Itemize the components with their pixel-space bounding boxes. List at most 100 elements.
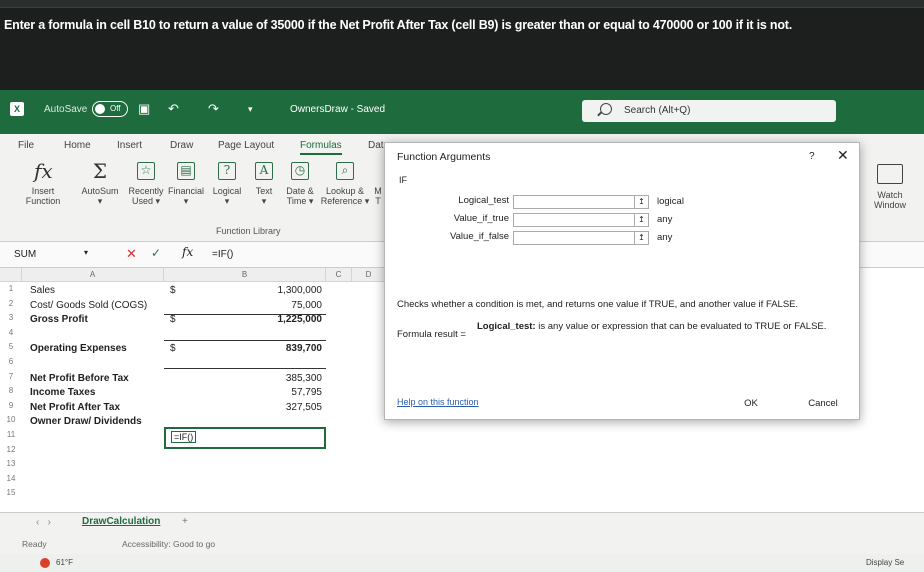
question-icon: ? [218,162,236,180]
excel-icon: X [10,102,24,116]
fx-icon: fx [34,159,53,183]
tab-insert[interactable]: Insert [117,140,142,151]
column-header-a[interactable]: A [22,268,164,282]
redo-icon[interactable]: ↷ [208,101,219,117]
function-description: Checks whether a condition is met, and r… [397,299,799,310]
row-label-cell[interactable]: Operating Expenses [30,343,127,354]
autosum-button[interactable]: Σ AutoSum ▾ [78,159,122,207]
search-icon: ⌕ [336,162,354,180]
value-cell[interactable]: 57,795 [164,387,322,398]
row-header[interactable]: 11 [0,430,22,439]
row-header[interactable]: 9 [0,401,22,410]
arg-label-logical-test: Logical_test [458,195,509,206]
row-label-cell[interactable]: Net Profit After Tax [30,402,120,413]
help-on-function-link[interactable]: Help on this function [397,397,479,407]
name-box-dropdown-icon[interactable]: ▾ [84,248,88,257]
row-label-cell[interactable]: Net Profit Before Tax [30,373,129,384]
ok-button[interactable]: OK [723,395,779,413]
formula-input[interactable]: =IF() [212,249,233,260]
select-all-corner[interactable] [0,268,22,282]
autosave-toggle[interactable]: Off [92,101,128,117]
tab-formulas[interactable]: Formulas [300,140,342,155]
collapse-icon[interactable]: ↥ [634,232,648,244]
row-label-cell[interactable]: Income Taxes [30,387,95,398]
value-if-false-input[interactable]: ↥ [513,231,649,245]
function-library-label: Function Library [216,226,281,236]
row-label-cell[interactable]: Cost/ Goods Sold (COGS) [30,300,147,311]
financial-button[interactable]: ▤ Financial ▾ [166,162,206,207]
add-sheet-icon[interactable]: + [182,516,188,527]
row-header[interactable]: 10 [0,415,22,424]
row-header[interactable]: 7 [0,372,22,381]
search-icon [600,103,612,115]
collapse-icon[interactable]: ↥ [634,214,648,226]
help-icon[interactable]: ? [809,151,815,162]
value-if-true-input[interactable]: ↥ [513,213,649,227]
cancel-button[interactable]: Cancel [795,395,851,413]
insert-function-button[interactable]: fx Insert Function [20,159,66,206]
argument-help-name: Logical_test: [477,321,536,332]
value-cell[interactable]: 839,700 [164,343,322,354]
active-cell-b10[interactable]: =IF() [164,427,326,449]
row-header[interactable]: 15 [0,488,22,497]
lookup-reference-button[interactable]: ⌕ Lookup & Reference ▾ [320,162,370,207]
save-icon[interactable]: ▣ [138,101,150,117]
tab-file[interactable]: File [18,140,34,151]
row-label-cell[interactable]: Owner Draw/ Dividends [30,416,142,427]
logical-button[interactable]: ? Logical ▾ [208,162,246,207]
taskbar: 61°F Display Se [0,554,924,572]
text-button[interactable]: A Text ▾ [250,162,278,207]
name-box[interactable]: SUM [14,249,36,260]
tab-page-layout[interactable]: Page Layout [218,140,274,151]
row-header[interactable]: 14 [0,474,22,483]
insert-function-icon[interactable]: fx [182,245,193,259]
math-trig-button[interactable]: MT [372,162,384,206]
value-cell[interactable]: 1,225,000 [164,314,323,325]
column-header-b[interactable]: B [164,268,326,282]
document-title[interactable]: OwnersDraw - Saved [290,104,385,115]
search-box[interactable]: Search (Alt+Q) [582,100,836,122]
row-header[interactable]: 4 [0,328,22,337]
column-header-d[interactable]: D [352,268,386,282]
dialog-title: Function Arguments [397,151,491,163]
close-icon[interactable]: ✕ [837,147,849,164]
value-cell[interactable]: 1,300,000 [164,285,323,296]
temperature[interactable]: 61°F [56,558,73,567]
date-time-button[interactable]: ◷ Date & Time ▾ [282,162,318,207]
row-label-cell[interactable]: Sales [30,285,55,296]
undo-icon[interactable]: ↶ [168,101,179,117]
sigma-icon: Σ [92,159,108,183]
row-label-cell[interactable]: Gross Profit [30,314,88,325]
value-cell[interactable]: 75,000 [164,300,322,311]
value-cell[interactable]: 327,505 [164,402,322,413]
recently-used-button[interactable]: ☆ Recently Used ▾ [124,162,168,207]
value-cell[interactable]: 385,300 [164,373,322,384]
row-header[interactable]: 2 [0,299,22,308]
row-header[interactable]: 13 [0,459,22,468]
watch-window-button[interactable]: Watch Window [874,164,906,210]
argument-help: Logical_test: is any value or expression… [477,321,826,332]
sheet-nav-arrows-icon[interactable]: ‹ › [36,517,51,528]
enter-icon[interactable]: ✓ [151,246,161,260]
row-header[interactable]: 5 [0,342,22,351]
tab-home[interactable]: Home [64,140,91,151]
cancel-icon[interactable]: ✕ [126,246,137,262]
display-settings[interactable]: Display Se [866,558,904,567]
cogs-underline [164,314,326,315]
collapse-icon[interactable]: ↥ [634,196,648,208]
row-header[interactable]: 12 [0,445,22,454]
arg-label-value-if-false: Value_if_false [450,231,509,242]
accessibility-status[interactable]: Accessibility: Good to go [122,539,215,549]
sheet-tab-bar: ‹ › DrawCalculation + [0,512,924,534]
sheet-tab-drawcalculation[interactable]: DrawCalculation [82,516,160,527]
logical-test-input[interactable]: ↥ [513,195,649,209]
tab-draw[interactable]: Draw [170,140,193,151]
row-header[interactable]: 8 [0,386,22,395]
row-header[interactable]: 3 [0,313,22,322]
opex-underline [164,368,326,369]
row-header[interactable]: 6 [0,357,22,366]
column-header-c[interactable]: C [326,268,352,282]
watch-window-label: Watch Window [874,190,907,210]
row-header[interactable]: 1 [0,284,22,293]
customize-qat-icon[interactable]: ▾ [248,104,253,115]
